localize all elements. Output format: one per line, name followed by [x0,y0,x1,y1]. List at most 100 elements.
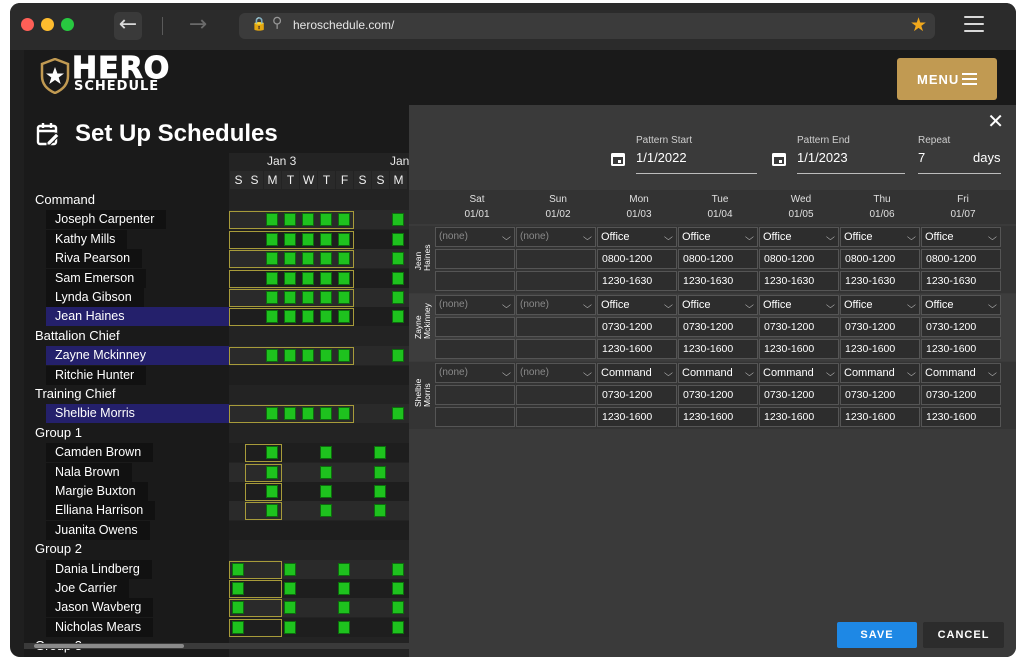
shift-cell[interactable] [284,582,296,595]
person-row[interactable]: Dania Lindberg [46,559,152,579]
shift-cell[interactable] [320,291,332,304]
calendar-icon[interactable] [771,151,787,167]
shift-cell[interactable] [320,271,332,285]
shift-cell[interactable] [320,485,332,498]
shift-cell[interactable] [266,485,278,498]
maximize-window-button[interactable] [61,18,74,31]
shift-cell[interactable] [266,465,278,479]
shift-time-input[interactable]: 1230-1600 [597,339,677,359]
assignment-select[interactable]: Command ⌵ [840,363,920,383]
person-row[interactable]: Nicholas Mears [46,617,154,637]
shift-time-input[interactable]: 0800-1200 [678,249,758,269]
save-button[interactable]: SAVE [837,622,917,648]
shift-time-input[interactable]: 1230-1630 [678,271,758,291]
assignment-select[interactable]: Office ⌵ [597,295,677,315]
shift-cell[interactable] [392,562,404,576]
shift-cell[interactable] [320,407,332,421]
assignment-select[interactable]: Office ⌵ [678,295,758,315]
address-bar[interactable]: 🔒 ⚲ heroschedule.com/ ★ [239,13,935,39]
shift-cell[interactable] [392,310,404,324]
shift-cell[interactable] [284,213,296,227]
shift-cell[interactable] [338,213,350,227]
shift-cell[interactable] [266,271,278,285]
back-arrow-icon[interactable]: ← [114,12,142,40]
calendar-icon[interactable] [610,151,626,167]
shift-cell[interactable] [392,271,404,285]
shift-time-input[interactable]: 0730-1200 [759,385,839,405]
shift-time-input[interactable]: 0730-1200 [678,385,758,405]
shift-cell[interactable] [392,620,404,634]
shift-cell[interactable] [266,252,278,266]
person-row[interactable]: Ritchie Hunter [46,365,147,385]
shift-time-input[interactable] [435,339,515,359]
shift-cell[interactable] [338,349,350,363]
shift-cell[interactable] [284,407,296,421]
shift-time-input[interactable] [435,249,515,269]
shift-cell[interactable] [232,582,244,595]
shift-time-input[interactable]: 0730-1200 [597,385,677,405]
shift-time-input[interactable] [435,407,515,427]
shift-cell[interactable] [338,562,350,576]
shift-time-input[interactable]: 0730-1200 [921,317,1001,337]
scrollbar-thumb[interactable] [34,644,184,648]
shift-cell[interactable] [302,310,314,324]
shift-cell[interactable] [338,252,350,266]
shift-cell[interactable] [338,582,350,595]
assignment-select[interactable]: Command ⌵ [597,363,677,383]
shift-time-input[interactable]: 0800-1200 [759,249,839,269]
person-row[interactable]: Sam Emerson [46,268,147,288]
shift-time-input[interactable]: 1230-1600 [678,407,758,427]
close-window-button[interactable] [21,18,34,31]
person-row[interactable]: Jason Wavberg [46,598,154,618]
person-row[interactable]: Riva Pearson [46,249,143,269]
shift-cell[interactable] [374,485,386,498]
shift-cell[interactable] [392,349,404,363]
shift-cell[interactable] [392,601,404,615]
shift-time-input[interactable]: 1230-1600 [921,339,1001,359]
shift-time-input[interactable]: 1230-1600 [759,407,839,427]
shift-cell[interactable] [302,407,314,421]
shift-time-input[interactable] [435,385,515,405]
shift-time-input[interactable]: 1230-1600 [921,407,1001,427]
shift-cell[interactable] [320,213,332,227]
person-row[interactable]: Joe Carrier [46,579,129,598]
shift-cell[interactable] [320,446,332,460]
assignment-select[interactable]: (none) ⌵ [516,227,596,247]
shift-cell[interactable] [232,601,244,615]
shift-time-input[interactable]: 1230-1600 [840,339,920,359]
shift-cell[interactable] [302,291,314,304]
person-row[interactable]: Elliana Harrison [46,501,156,521]
person-row[interactable]: Jean Haines [46,307,229,327]
shift-time-input[interactable]: 0730-1200 [759,317,839,337]
pattern-end-value[interactable]: 1/1/2023 [797,150,848,165]
shift-cell[interactable] [374,446,386,460]
schedule-row[interactable] [229,365,409,385]
shift-cell[interactable] [392,232,404,246]
shift-cell[interactable] [284,271,296,285]
browser-menu-icon[interactable] [964,16,984,32]
shift-cell[interactable] [338,310,350,324]
assignment-select[interactable]: Command ⌵ [921,363,1001,383]
assignment-select[interactable]: Office ⌵ [678,227,758,247]
assignment-select[interactable]: Command ⌵ [759,363,839,383]
shift-time-input[interactable] [435,317,515,337]
bookmark-star-icon[interactable]: ★ [910,14,927,36]
shift-cell[interactable] [392,582,404,595]
shift-time-input[interactable] [516,339,596,359]
hero-schedule-logo[interactable]: HERO SCHEDULE [40,53,190,98]
shift-cell[interactable] [320,232,332,246]
assignment-select[interactable]: Office ⌵ [759,295,839,315]
shift-cell[interactable] [266,232,278,246]
shift-cell[interactable] [338,407,350,421]
shift-time-input[interactable]: 1230-1630 [921,271,1001,291]
minimize-window-button[interactable] [41,18,54,31]
shift-time-input[interactable]: 1230-1630 [840,271,920,291]
shift-time-input[interactable]: 0730-1200 [840,317,920,337]
shift-cell[interactable] [284,291,296,304]
shift-cell[interactable] [284,562,296,576]
shift-cell[interactable] [392,252,404,266]
assignment-select[interactable]: Office ⌵ [759,227,839,247]
assignment-select[interactable]: Office ⌵ [840,295,920,315]
assignment-select[interactable]: Office ⌵ [597,227,677,247]
shift-time-input[interactable]: 0730-1200 [840,385,920,405]
